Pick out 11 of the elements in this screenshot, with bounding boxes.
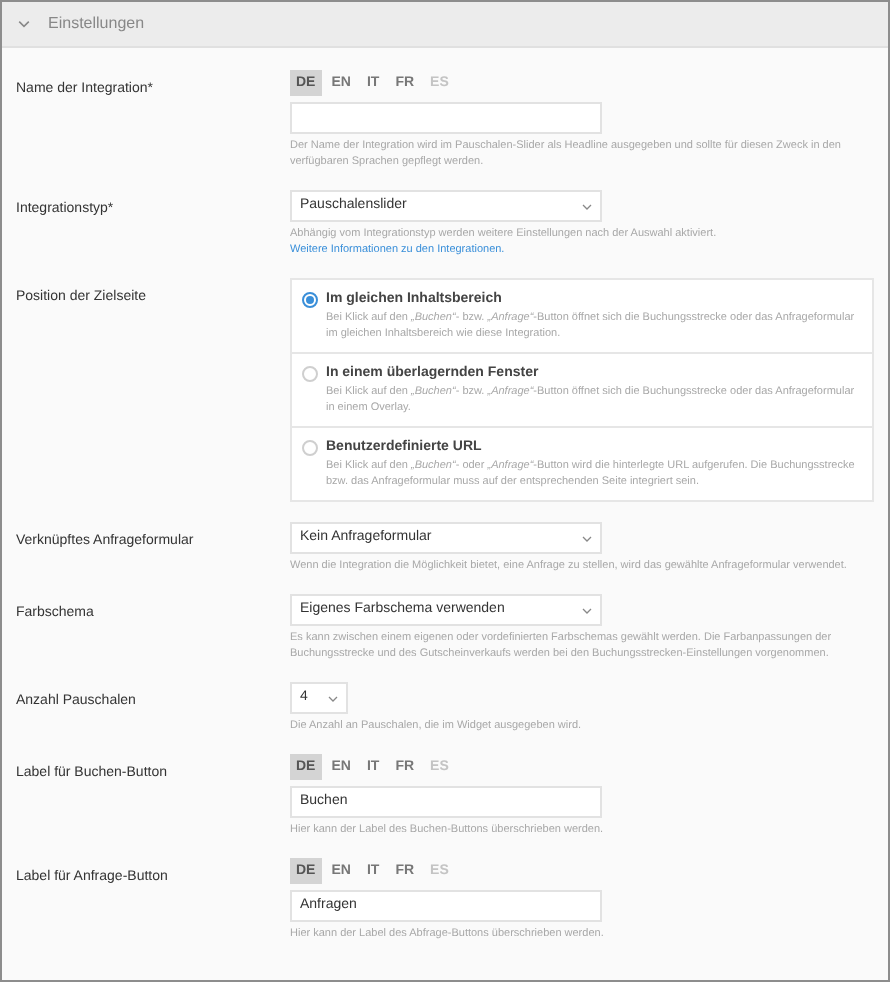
- chevron-down-icon: [582, 607, 592, 613]
- chevron-down-icon: [328, 695, 338, 701]
- chevron-down-icon: [582, 203, 592, 209]
- section-header[interactable]: Einstellungen: [2, 2, 888, 48]
- radio-button[interactable]: [302, 440, 318, 456]
- chevron-down-icon: [18, 20, 30, 28]
- radio-button[interactable]: [302, 366, 318, 382]
- section-title: Einstellungen: [48, 14, 145, 34]
- chevron-down-icon: [582, 535, 592, 541]
- text-input[interactable]: [290, 102, 602, 134]
- radio-button[interactable]: [302, 292, 318, 308]
